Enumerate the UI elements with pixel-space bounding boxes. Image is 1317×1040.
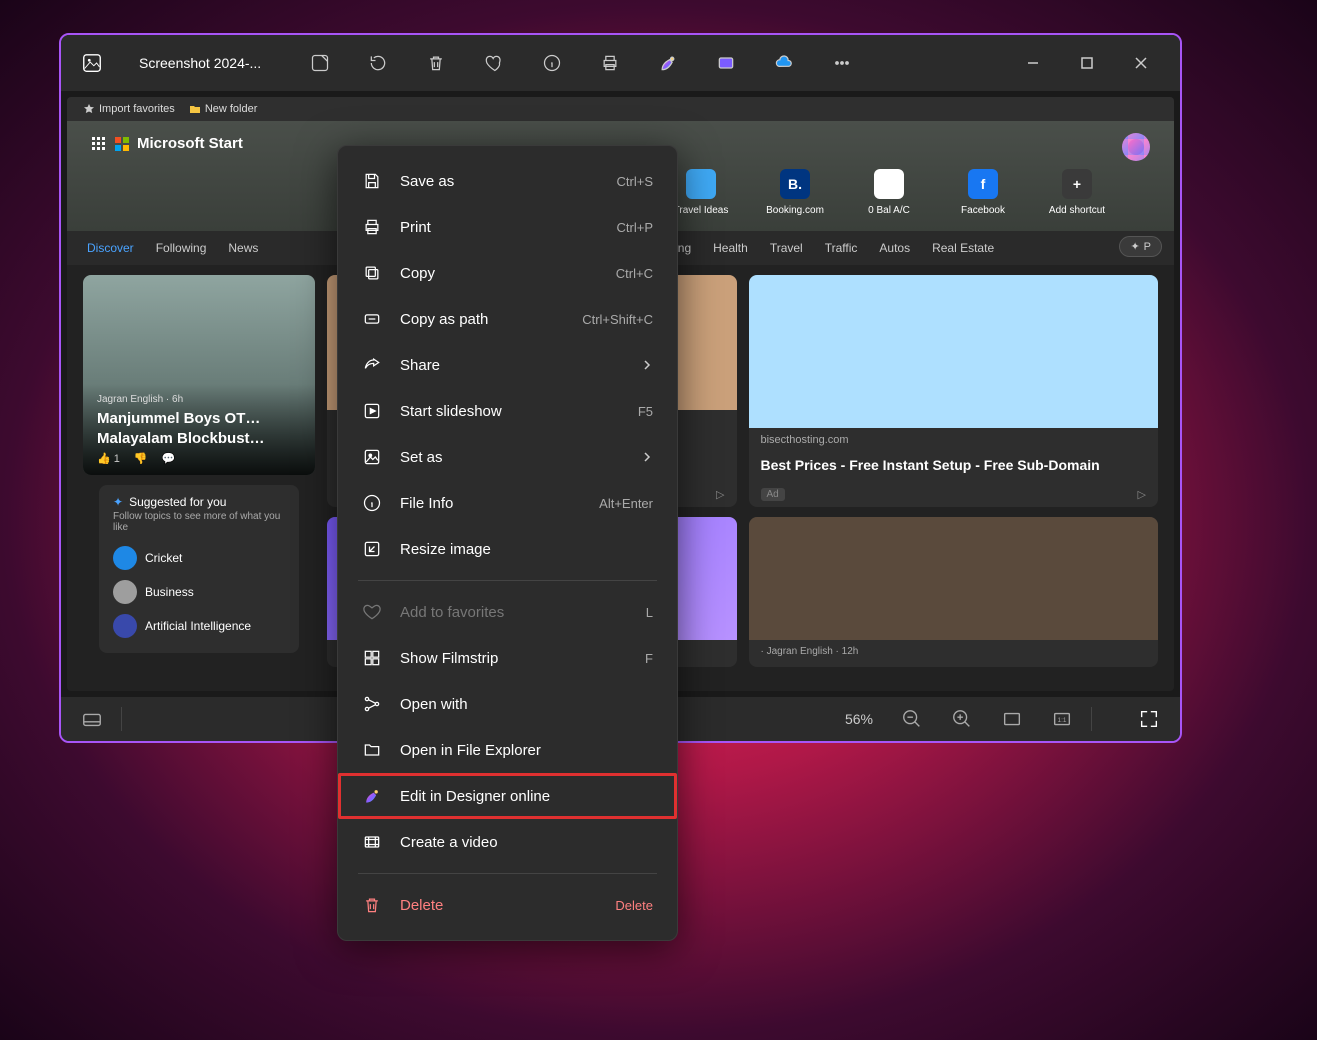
hero-card[interactable]: Jagran English · 6h Manjummel Boys OT… M… bbox=[83, 275, 315, 475]
context-menu-separator bbox=[358, 580, 657, 581]
menu-open-with[interactable]: Open with bbox=[338, 681, 677, 727]
nav-following[interactable]: Following bbox=[156, 241, 207, 255]
personalize-pill[interactable]: ✦P bbox=[1119, 236, 1162, 257]
menu-resize-image[interactable]: Resize image bbox=[338, 526, 677, 572]
menu-delete[interactable]: DeleteDelete bbox=[338, 882, 677, 928]
delete-button[interactable] bbox=[425, 52, 447, 74]
context-menu: Save asCtrl+SPrintCtrl+PCopyCtrl+CCopy a… bbox=[337, 145, 678, 941]
menu-save-as[interactable]: Save asCtrl+S bbox=[338, 158, 677, 204]
print-button[interactable] bbox=[599, 52, 621, 74]
ms-start-label: Microsoft Start bbox=[137, 135, 243, 152]
suggested-title: Suggested for you bbox=[129, 495, 226, 509]
actual-size-button[interactable]: 1:1 bbox=[1051, 708, 1073, 730]
import-favorites-label: Import favorites bbox=[99, 103, 175, 115]
nav-traffic[interactable]: Traffic bbox=[825, 241, 858, 255]
suggested-panel: ✦ Suggested for you Follow topics to see… bbox=[99, 485, 299, 653]
favorites-bar: Import favorites New folder bbox=[67, 97, 1174, 121]
fullscreen-button[interactable] bbox=[1138, 708, 1160, 730]
zoom-level: 56% bbox=[845, 711, 873, 727]
more-button[interactable] bbox=[831, 52, 853, 74]
shortcut-booking.com[interactable]: B.Booking.com bbox=[765, 169, 825, 216]
window-controls bbox=[1026, 56, 1168, 70]
menu-open-in-file-explorer[interactable]: Open in File Explorer bbox=[338, 727, 677, 773]
window-title: Screenshot 2024-... bbox=[139, 55, 279, 71]
menu-start-slideshow[interactable]: Start slideshowF5 bbox=[338, 388, 677, 434]
copilot-button[interactable] bbox=[1122, 133, 1150, 161]
apps-grid-icon bbox=[91, 136, 107, 152]
titlebar: Screenshot 2024-... bbox=[61, 35, 1180, 91]
info-button[interactable] bbox=[541, 52, 563, 74]
feed-card[interactable]: bisecthosting.com Best Prices - Free Ins… bbox=[749, 275, 1159, 507]
shortcut-add-shortcut[interactable]: +Add shortcut bbox=[1047, 169, 1107, 216]
toolbar bbox=[309, 52, 853, 74]
clipchamp-button[interactable] bbox=[715, 52, 737, 74]
suggested-subtitle: Follow topics to see more of what you li… bbox=[113, 511, 285, 533]
nav-real estate[interactable]: Real Estate bbox=[932, 241, 994, 255]
menu-file-info[interactable]: File InfoAlt+Enter bbox=[338, 480, 677, 526]
menu-print[interactable]: PrintCtrl+P bbox=[338, 204, 677, 250]
folder-icon bbox=[189, 103, 201, 115]
suggested-topic[interactable]: Business bbox=[113, 575, 285, 609]
photos-app-icon bbox=[81, 52, 103, 74]
maximize-button[interactable] bbox=[1080, 56, 1094, 70]
star-icon bbox=[83, 103, 95, 115]
menu-create-a-video[interactable]: Create a video bbox=[338, 819, 677, 865]
menu-set-as[interactable]: Set as bbox=[338, 434, 677, 480]
nav-autos[interactable]: Autos bbox=[879, 241, 910, 255]
favorite-button[interactable] bbox=[483, 52, 505, 74]
new-folder[interactable]: New folder bbox=[189, 103, 258, 115]
hero-headline: Manjummel Boys OT… Malayalam Blockbust… bbox=[97, 405, 301, 452]
dislike-icon[interactable]: 👎 bbox=[134, 452, 148, 465]
menu-copy[interactable]: CopyCtrl+C bbox=[338, 250, 677, 296]
new-folder-label: New folder bbox=[205, 103, 258, 115]
ms-start-logo[interactable]: Microsoft Start bbox=[91, 135, 243, 152]
menu-show-filmstrip[interactable]: Show FilmstripF bbox=[338, 635, 677, 681]
shortcut-travel-ideas[interactable]: Travel Ideas bbox=[671, 169, 731, 216]
hero-source: Jagran English · 6h bbox=[97, 394, 301, 405]
svg-text:1:1: 1:1 bbox=[1058, 717, 1067, 724]
nav-travel[interactable]: Travel bbox=[770, 241, 803, 255]
import-favorites[interactable]: Import favorites bbox=[83, 103, 175, 115]
filmstrip-toggle[interactable] bbox=[81, 708, 103, 730]
minimize-button[interactable] bbox=[1026, 56, 1040, 70]
hero-reactions: 👍 1 👎 💬 bbox=[97, 452, 301, 465]
comment-icon[interactable]: 💬 bbox=[162, 452, 176, 465]
menu-add-to-favorites: Add to favoritesL bbox=[338, 589, 677, 635]
nav-discover[interactable]: Discover bbox=[87, 241, 134, 255]
feed-card[interactable]: · Jagran English · 12h bbox=[749, 517, 1159, 667]
menu-copy-as-path[interactable]: Copy as pathCtrl+Shift+C bbox=[338, 296, 677, 342]
sparkle-icon: ✦ bbox=[113, 495, 123, 509]
nav-news[interactable]: News bbox=[228, 241, 258, 255]
rotate-button[interactable] bbox=[367, 52, 389, 74]
shortcut-facebook[interactable]: fFacebook bbox=[953, 169, 1013, 216]
shortcut-0-bal-a/c[interactable]: 0 Bal A/C bbox=[859, 169, 919, 216]
edit-image-button[interactable] bbox=[309, 52, 331, 74]
like-icon[interactable]: 👍 1 bbox=[97, 452, 120, 465]
zoom-in-button[interactable] bbox=[951, 708, 973, 730]
menu-edit-in-designer-online[interactable]: Edit in Designer online bbox=[338, 773, 677, 819]
fit-button[interactable] bbox=[1001, 708, 1023, 730]
suggested-topic[interactable]: Artificial Intelligence bbox=[113, 609, 285, 643]
onedrive-button[interactable] bbox=[773, 52, 795, 74]
close-button[interactable] bbox=[1134, 56, 1148, 70]
zoom-out-button[interactable] bbox=[901, 708, 923, 730]
context-menu-separator bbox=[358, 873, 657, 874]
suggested-topic[interactable]: Cricket bbox=[113, 541, 285, 575]
designer-button[interactable] bbox=[657, 52, 679, 74]
nav-health[interactable]: Health bbox=[713, 241, 748, 255]
menu-share[interactable]: Share bbox=[338, 342, 677, 388]
ms-logo-icon bbox=[115, 137, 129, 151]
